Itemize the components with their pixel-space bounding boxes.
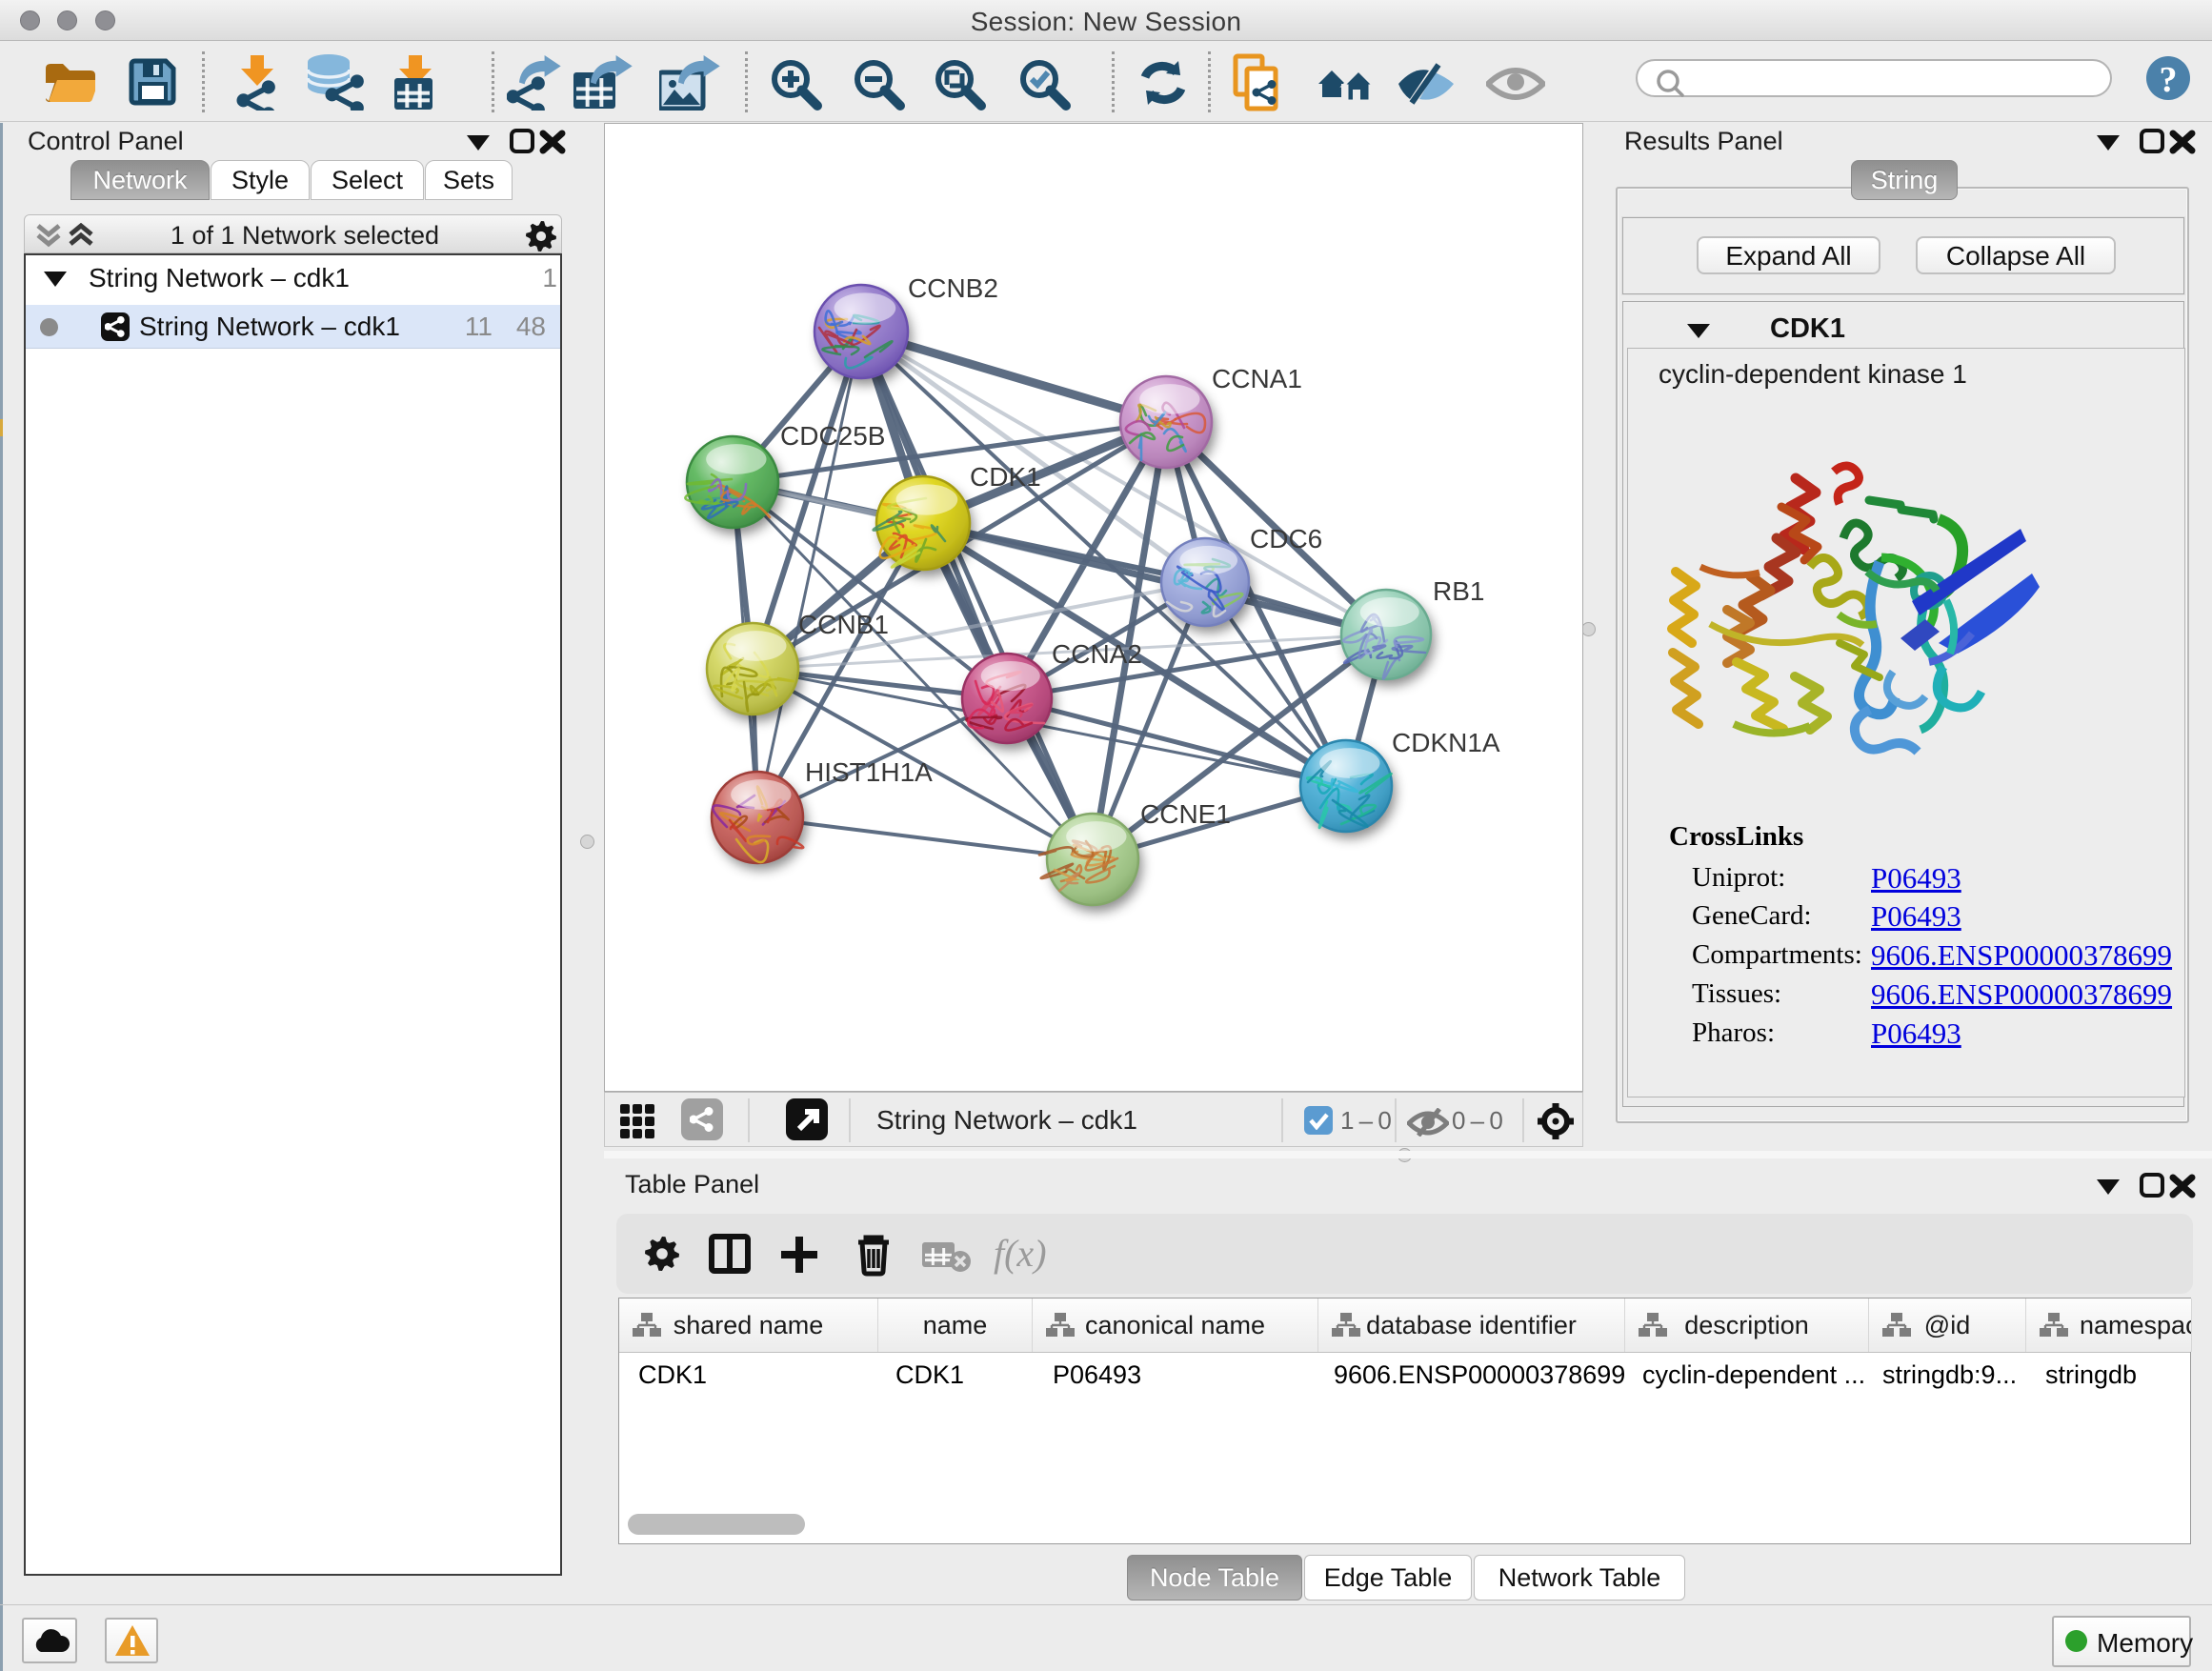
svg-text:CCNA1: CCNA1 bbox=[1212, 364, 1302, 393]
svg-text:HIST1H1A: HIST1H1A bbox=[805, 757, 933, 787]
svg-text:CDKN1A: CDKN1A bbox=[1392, 728, 1500, 757]
svg-text:CDK1: CDK1 bbox=[970, 462, 1041, 492]
svg-text:CCNB1: CCNB1 bbox=[798, 610, 889, 639]
svg-text:CCNB2: CCNB2 bbox=[908, 273, 998, 303]
svg-text:RB1: RB1 bbox=[1433, 576, 1484, 606]
svg-text:CDC6: CDC6 bbox=[1250, 524, 1322, 554]
svg-text:CCNA2: CCNA2 bbox=[1052, 639, 1142, 669]
svg-text:CDC25B: CDC25B bbox=[780, 421, 885, 451]
svg-text:CCNE1: CCNE1 bbox=[1140, 799, 1231, 829]
svg-text:?: ? bbox=[2160, 60, 2178, 100]
